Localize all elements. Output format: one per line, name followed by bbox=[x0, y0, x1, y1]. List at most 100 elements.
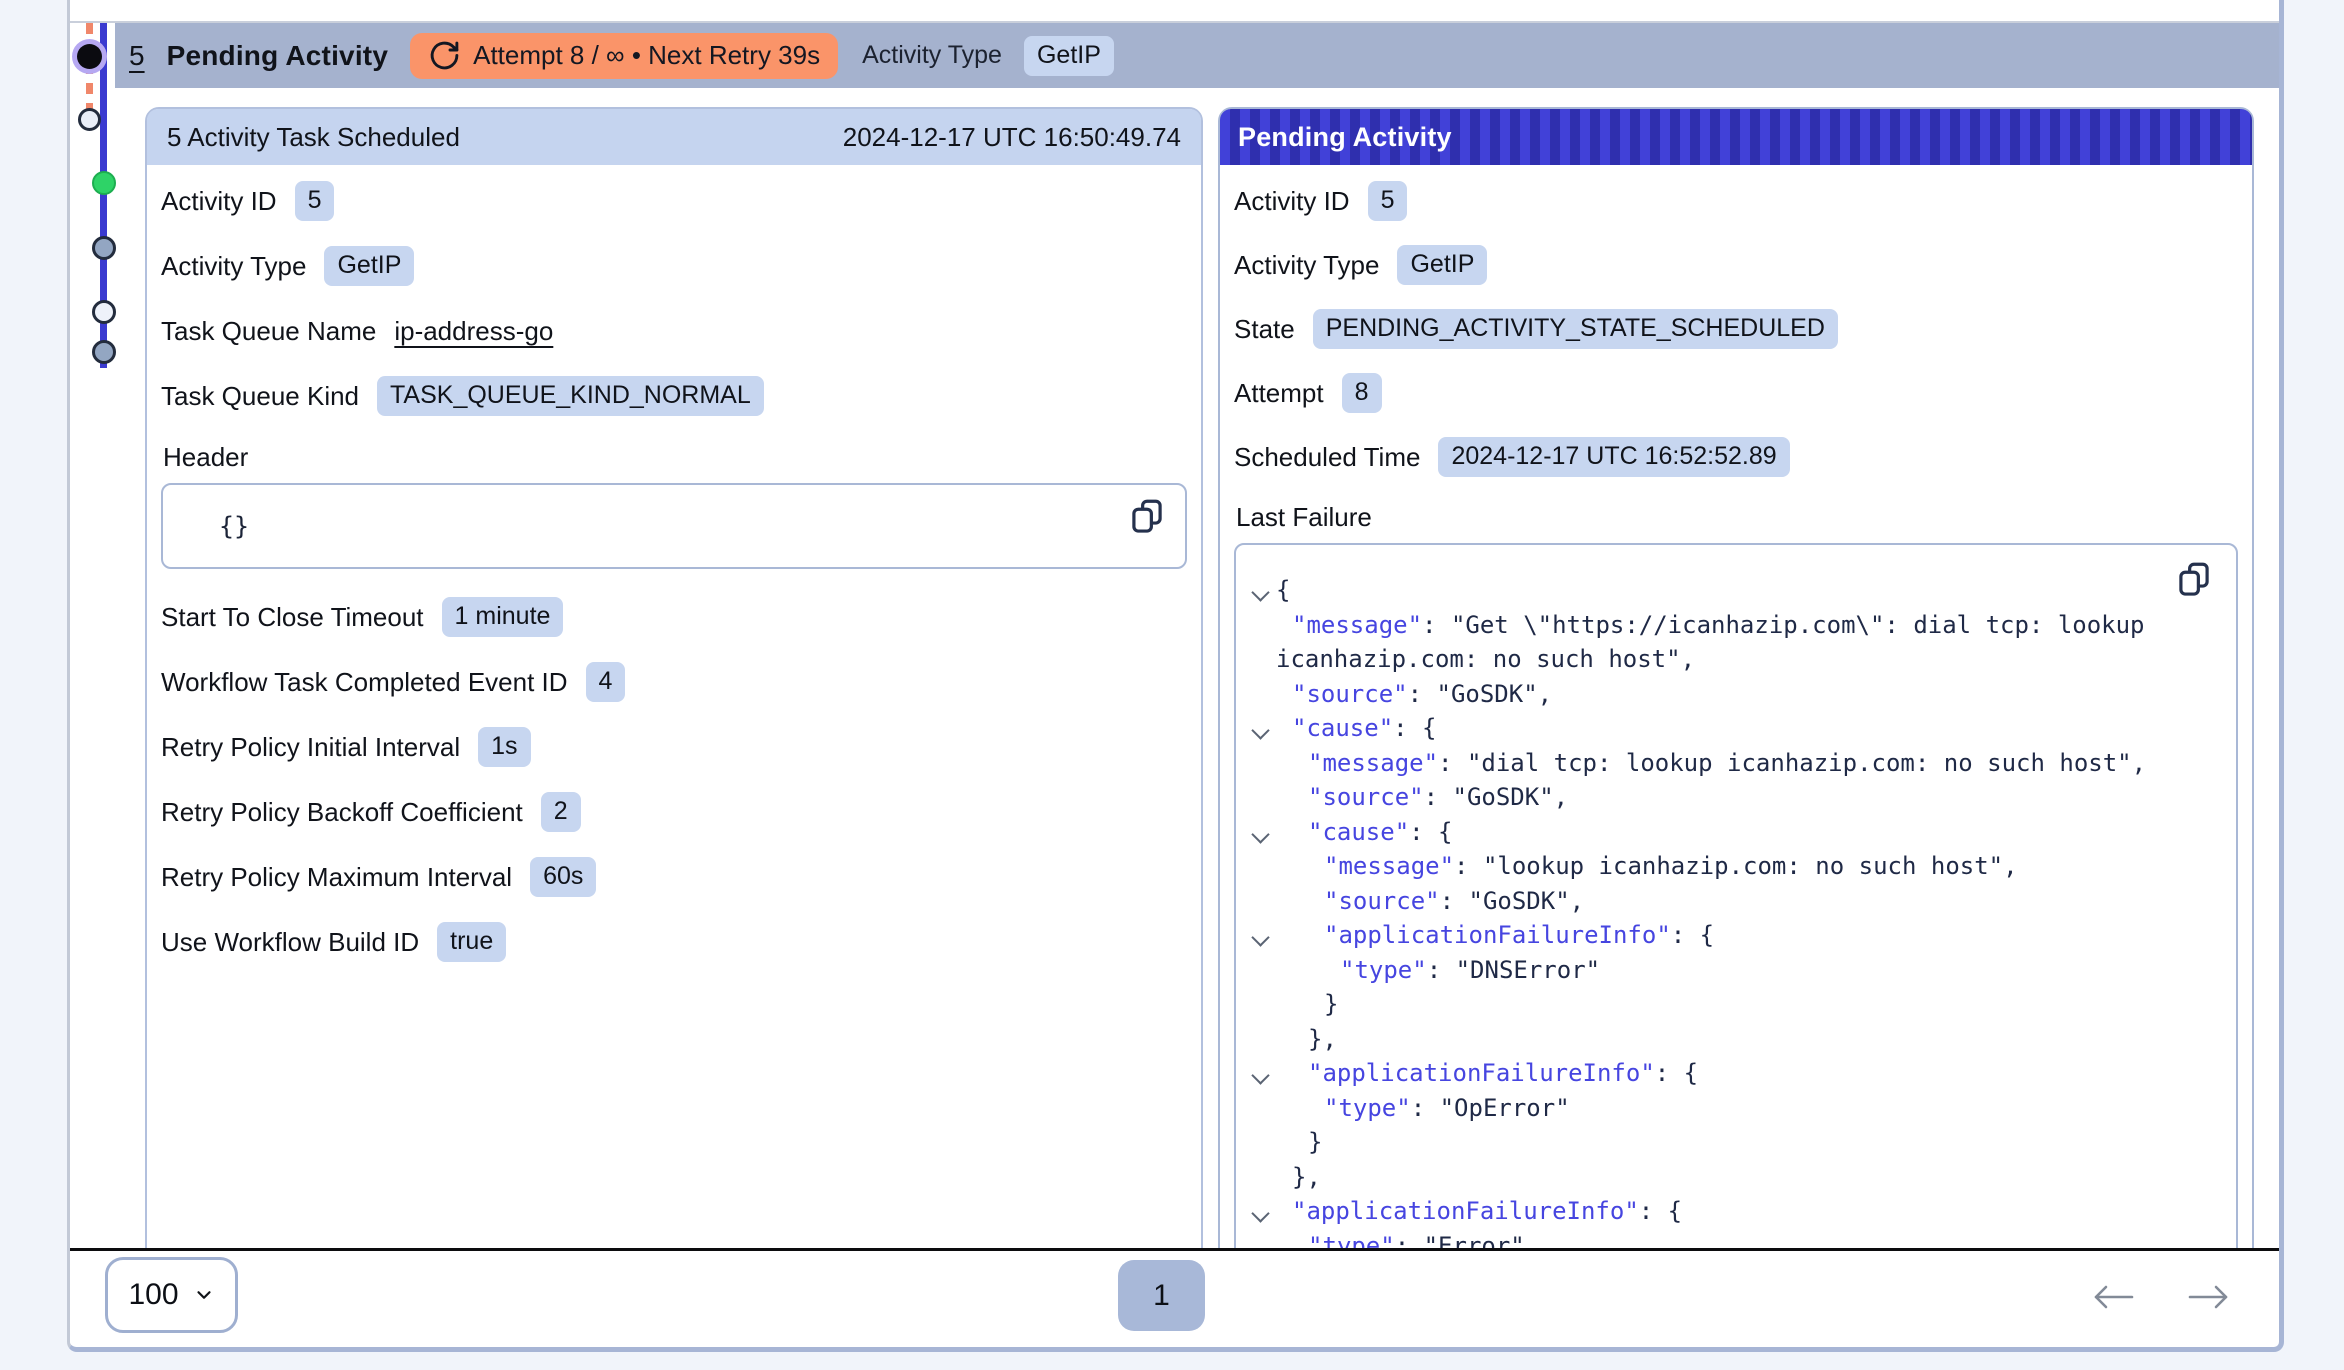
json-line-text: } bbox=[1276, 987, 1338, 1022]
chevron-spacer bbox=[1248, 1125, 1276, 1160]
current-page-button[interactable]: 1 bbox=[1118, 1260, 1205, 1331]
copy-icon bbox=[1131, 498, 1163, 535]
json-key: "source" bbox=[1292, 680, 1408, 708]
json-line: "source": "GoSDK", bbox=[1248, 677, 2236, 712]
chevron-spacer bbox=[1248, 1091, 1276, 1126]
json-line: icanhazip.com: no such host", bbox=[1248, 642, 2236, 677]
copy-failure-json-button[interactable] bbox=[2178, 561, 2210, 598]
field-value-badge: 1 minute bbox=[442, 597, 564, 637]
chevron-spacer bbox=[1248, 780, 1276, 815]
collapse-chevron-icon[interactable] bbox=[1248, 711, 1276, 746]
json-line: "applicationFailureInfo": { bbox=[1248, 1194, 2236, 1229]
chevron-down-icon bbox=[193, 1284, 215, 1306]
field-row: Activity ID5 bbox=[161, 181, 1187, 221]
json-key: "applicationFailureInfo" bbox=[1308, 1059, 1655, 1087]
field-label: Task Queue Kind bbox=[161, 381, 359, 412]
json-line: "applicationFailureInfo": { bbox=[1248, 1056, 2236, 1091]
chevron-spacer bbox=[1248, 1022, 1276, 1057]
json-line-text: "applicationFailureInfo": { bbox=[1276, 1194, 1682, 1229]
field-row: Retry Policy Initial Interval1s bbox=[161, 727, 1187, 767]
json-line-text: "applicationFailureInfo": { bbox=[1276, 918, 1714, 953]
json-line: "cause": { bbox=[1248, 815, 2236, 850]
json-line-text: "type": "DNSError" bbox=[1276, 953, 1600, 988]
chevron-spacer bbox=[1248, 953, 1276, 988]
json-key: "message" bbox=[1324, 852, 1454, 880]
field-row: Start To Close Timeout1 minute bbox=[161, 597, 1187, 637]
event-history-container: 5 Pending Activity Attempt 8 / ∞ • Next … bbox=[67, 0, 2284, 1352]
arrow-right-icon bbox=[2186, 1283, 2232, 1311]
copy-icon bbox=[2178, 561, 2210, 598]
json-key: "source" bbox=[1324, 887, 1440, 915]
next-page-button[interactable] bbox=[2186, 1283, 2232, 1311]
activity-task-scheduled-panel: 5 Activity Task Scheduled 2024-12-17 UTC… bbox=[145, 107, 1203, 1248]
json-key: "type" bbox=[1324, 1094, 1411, 1122]
json-line: "type": "DNSError" bbox=[1248, 953, 2236, 988]
copy-header-payload-button[interactable] bbox=[1131, 498, 1163, 535]
header-section-label: Header bbox=[163, 441, 1187, 473]
last-failure-label: Last Failure bbox=[1236, 501, 2238, 533]
field-label: Activity ID bbox=[1234, 186, 1350, 217]
json-line-text: "cause": { bbox=[1276, 711, 1437, 746]
json-line: "type": "OpError" bbox=[1248, 1091, 2236, 1126]
field-row: State PENDING_ACTIVITY_STATE_SCHEDULED bbox=[1234, 309, 2238, 349]
json-line-text: }, bbox=[1276, 1160, 1321, 1195]
field-row: Activity ID5 bbox=[1234, 181, 2238, 221]
json-line: "cause": { bbox=[1248, 711, 2236, 746]
json-line-text: } bbox=[1276, 1125, 1322, 1160]
json-line: }, bbox=[1248, 1022, 2236, 1057]
field-value-badge: 5 bbox=[295, 181, 335, 221]
field-row: Use Workflow Build IDtrue bbox=[161, 922, 1187, 962]
json-line-text: "cause": { bbox=[1276, 815, 1453, 850]
task-queue-link[interactable]: ip-address-go bbox=[394, 316, 553, 347]
json-key: "cause" bbox=[1292, 714, 1393, 742]
json-line: } bbox=[1248, 1125, 2236, 1160]
json-line: "applicationFailureInfo": { bbox=[1248, 918, 2236, 953]
json-line-text: { bbox=[1276, 573, 1290, 608]
json-line-text: "type": "OpError" bbox=[1276, 1091, 1570, 1126]
pagination-footer: 100 1 bbox=[70, 1251, 2279, 1347]
field-value-badge: 8 bbox=[1342, 373, 1382, 413]
header-payload-box: {} bbox=[161, 483, 1187, 569]
json-key: "source" bbox=[1308, 783, 1424, 811]
json-line-text: "message": "Get \"https://icanhazip.com\… bbox=[1276, 608, 2145, 643]
collapse-chevron-icon[interactable] bbox=[1248, 1194, 1276, 1229]
failure-json-lines: {"message": "Get \"https://icanhazip.com… bbox=[1248, 573, 2236, 1248]
field-label: Attempt bbox=[1234, 378, 1324, 409]
event-detail-content: 5 Activity Task Scheduled 2024-12-17 UTC… bbox=[70, 0, 2279, 1248]
field-row: Attempt 8 bbox=[1234, 373, 2238, 413]
field-label: Retry Policy Initial Interval bbox=[161, 732, 460, 763]
collapse-chevron-icon[interactable] bbox=[1248, 815, 1276, 850]
chevron-spacer bbox=[1248, 884, 1276, 919]
chevron-spacer bbox=[1248, 608, 1276, 643]
field-label: Workflow Task Completed Event ID bbox=[161, 667, 568, 698]
field-row: Task Queue Kind TASK_QUEUE_KIND_NORMAL bbox=[161, 376, 1187, 416]
json-line: "message": "dial tcp: lookup icanhazip.c… bbox=[1248, 746, 2236, 781]
chevron-spacer bbox=[1248, 677, 1276, 712]
chevron-spacer bbox=[1248, 1160, 1276, 1195]
json-key: "message" bbox=[1292, 611, 1422, 639]
field-label: Activity Type bbox=[161, 251, 306, 282]
field-value-badge: PENDING_ACTIVITY_STATE_SCHEDULED bbox=[1313, 309, 1838, 349]
field-label: Scheduled Time bbox=[1234, 442, 1420, 473]
json-line: "type": "Error" bbox=[1248, 1229, 2236, 1249]
field-label: Retry Policy Maximum Interval bbox=[161, 862, 512, 893]
json-line-text: "message": "dial tcp: lookup icanhazip.c… bbox=[1276, 746, 2146, 781]
header-payload-value: {} bbox=[219, 512, 249, 541]
collapse-chevron-icon[interactable] bbox=[1248, 1056, 1276, 1091]
field-value-badge: 60s bbox=[530, 857, 596, 897]
chevron-spacer bbox=[1248, 849, 1276, 884]
scheduled-panel-title: 5 Activity Task Scheduled bbox=[167, 122, 460, 153]
field-value-badge: TASK_QUEUE_KIND_NORMAL bbox=[377, 376, 764, 416]
collapse-chevron-icon[interactable] bbox=[1248, 573, 1276, 608]
json-key: "applicationFailureInfo" bbox=[1292, 1197, 1639, 1225]
json-line: "source": "GoSDK", bbox=[1248, 780, 2236, 815]
field-label: State bbox=[1234, 314, 1295, 345]
chevron-spacer bbox=[1248, 746, 1276, 781]
pending-panel-header: Pending Activity bbox=[1220, 109, 2252, 165]
page-size-select[interactable]: 100 bbox=[105, 1257, 238, 1333]
collapse-chevron-icon[interactable] bbox=[1248, 918, 1276, 953]
previous-page-button[interactable] bbox=[2090, 1283, 2136, 1311]
field-label: Task Queue Name bbox=[161, 316, 376, 347]
field-row: Activity TypeGetIP bbox=[1234, 245, 2238, 285]
scheduled-fields-bottom: Start To Close Timeout1 minute Workflow T… bbox=[161, 597, 1187, 962]
